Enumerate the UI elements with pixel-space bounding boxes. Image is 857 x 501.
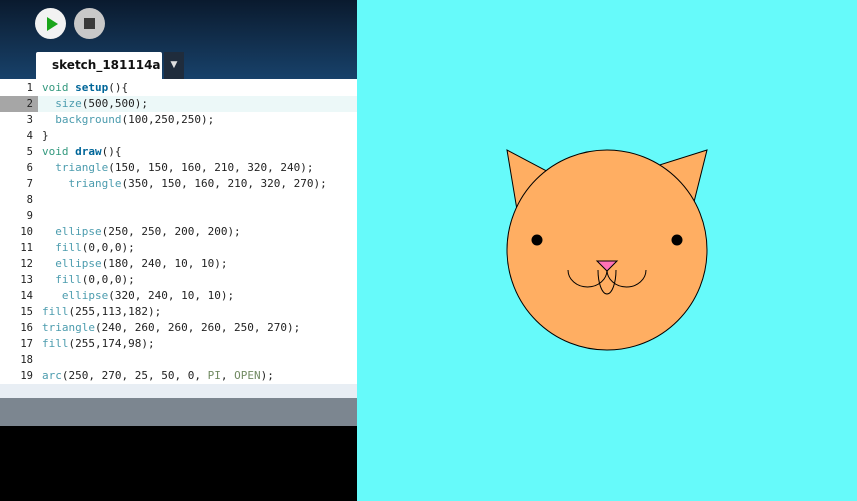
code-line[interactable]: void setup(){ — [38, 80, 357, 96]
left-eye — [531, 234, 543, 246]
code-line[interactable] — [38, 352, 357, 368]
line-number: 7 — [26, 178, 33, 190]
line-number: 5 — [26, 146, 33, 158]
code-line[interactable]: triangle(240, 260, 260, 260, 250, 270); — [38, 320, 357, 336]
line-number: 8 — [26, 194, 33, 206]
line-number: 10 — [20, 226, 33, 238]
code-line[interactable]: arc(250, 270, 25, 50, 0, PI, OPEN); — [38, 368, 357, 384]
toolbar: sketch_181114a ▼ — [0, 0, 357, 79]
run-button[interactable] — [35, 8, 66, 39]
code-line[interactable]: triangle(350, 150, 160, 210, 320, 270); — [38, 176, 357, 192]
code-line[interactable] — [38, 192, 357, 208]
console-divider[interactable] — [0, 398, 357, 426]
stop-button[interactable] — [74, 8, 105, 39]
code-line[interactable]: ellipse(250, 250, 200, 200); — [38, 224, 357, 240]
line-number: 1 — [26, 82, 33, 94]
code-line[interactable]: fill(255,174,98); — [38, 336, 357, 352]
code-line[interactable]: void draw(){ — [38, 144, 357, 160]
code-line[interactable]: fill(0,0,0); — [38, 272, 357, 288]
line-number: 16 — [20, 322, 33, 334]
play-icon — [46, 16, 58, 31]
tab-menu-button[interactable]: ▼ — [164, 52, 184, 79]
line-number-gutter: 1 2 3 4 5 6 7 8 9 10 11 12 13 14 15 16 17 18 19 — [0, 79, 38, 384]
sketch-output-window — [357, 0, 857, 501]
code-line[interactable]: fill(255,113,182); — [38, 304, 357, 320]
console-area — [0, 426, 357, 501]
cat-face — [506, 149, 708, 351]
tab-sketch[interactable]: sketch_181114a — [36, 52, 162, 79]
line-number: 9 — [26, 210, 33, 222]
line-number: 19 — [20, 370, 33, 382]
line-number: 14 — [20, 290, 33, 302]
code-line[interactable]: fill(0,0,0); — [38, 240, 357, 256]
line-number: 11 — [20, 242, 33, 254]
chevron-down-icon: ▼ — [170, 60, 178, 70]
code-line[interactable]: ellipse(320, 240, 10, 10); — [38, 288, 357, 304]
code-line[interactable]: } — [38, 128, 357, 144]
tab-title: sketch_181114a — [52, 58, 161, 72]
message-area — [0, 384, 357, 398]
sketch-canvas — [506, 149, 708, 351]
line-number: 4 — [26, 130, 33, 142]
code-line[interactable]: triangle(150, 150, 160, 210, 320, 240); — [38, 160, 357, 176]
code-line[interactable]: size(500,500); — [38, 96, 357, 112]
code-line[interactable]: ellipse(180, 240, 10, 10); — [38, 256, 357, 272]
code-line[interactable]: background(100,250,250); — [38, 112, 357, 128]
code-line[interactable] — [38, 208, 357, 224]
line-number: 18 — [20, 354, 33, 366]
line-number: 3 — [26, 114, 33, 126]
stop-icon — [84, 18, 95, 29]
line-number: 2 — [0, 96, 38, 112]
line-number: 12 — [20, 258, 33, 270]
line-number: 6 — [26, 162, 33, 174]
line-number: 15 — [20, 306, 33, 318]
right-eye — [671, 234, 683, 246]
code-editor[interactable]: 1 2 3 4 5 6 7 8 9 10 11 12 13 14 15 16 17 18 19 void setup… — [0, 79, 357, 384]
processing-ide: sketch_181114a ▼ 1 2 3 4 5 6 7 8 9 10 11 12 13 14 15 16… — [0, 0, 357, 501]
line-number: 13 — [20, 274, 33, 286]
line-number: 17 — [20, 338, 33, 350]
